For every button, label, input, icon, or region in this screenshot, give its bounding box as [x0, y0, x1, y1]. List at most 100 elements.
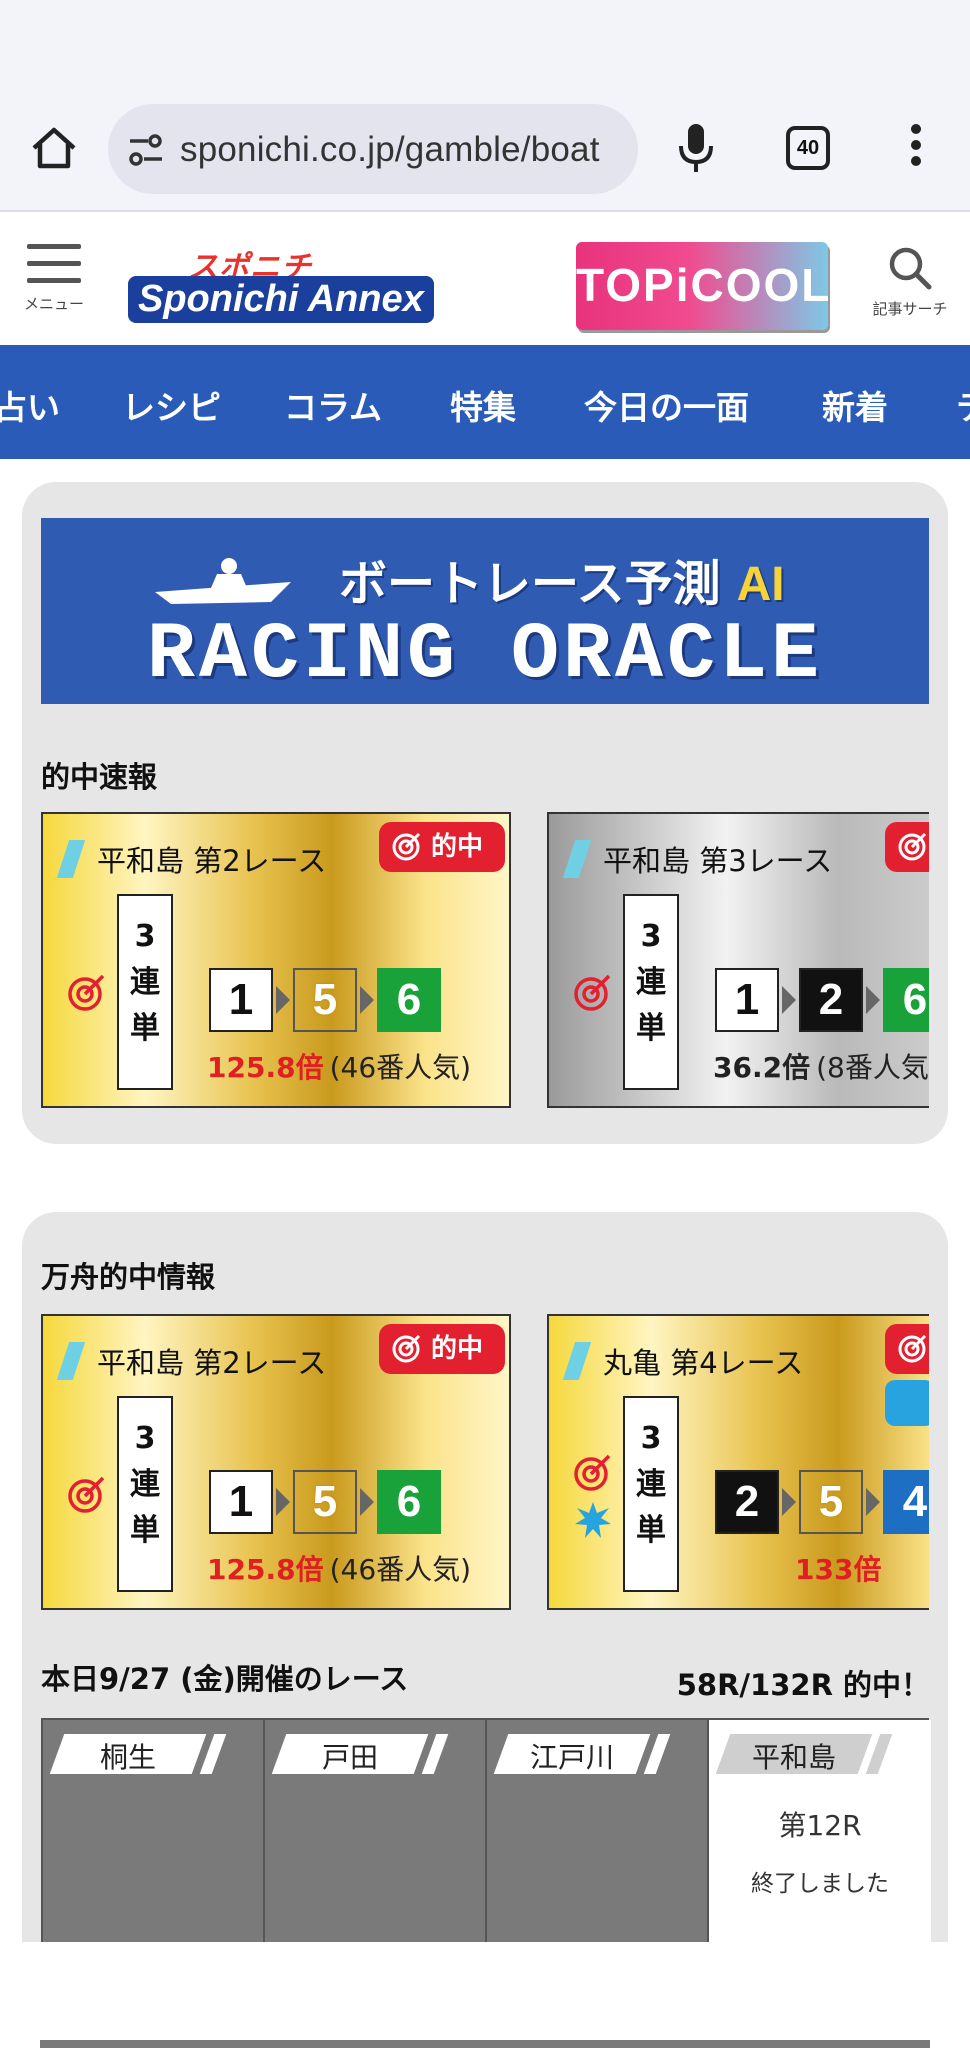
venue-name: 江戸川 — [529, 1741, 614, 1774]
status-bar-area — [0, 0, 970, 92]
manshu-card[interactable]: 平和島 第2レース 的中 3連単 156 125.8倍 (46番人気) — [41, 1314, 511, 1610]
manshu-badge — [885, 1380, 929, 1426]
target-icon — [68, 1476, 105, 1513]
nav-item-fortune[interactable]: 占い — [0, 381, 60, 429]
manshu-carousel[interactable]: 平和島 第2レース 的中 3連単 156 125.8倍 (46番人気) 丸亀 第4… — [41, 1314, 929, 1610]
site-header: メニュー スポニチ Sponichi Annex TOPiCOOL 記事サーチ — [0, 214, 970, 344]
hit-badge: 的中 — [885, 1324, 929, 1374]
boat-number: 6 — [377, 968, 441, 1032]
payout: 125.8倍 (46番人気) — [207, 1046, 471, 1086]
site-settings-icon[interactable] — [126, 132, 166, 168]
venue-cell[interactable]: 戸田 — [265, 1720, 487, 1942]
race-title: 平和島 第3レース — [603, 844, 833, 878]
boat-number: 4 — [883, 1470, 929, 1534]
target-icon — [392, 832, 421, 861]
hit-badge: 的中 — [379, 1324, 505, 1374]
boat-number: 2 — [715, 1470, 779, 1534]
race-title: 平和島 第2レース — [97, 1346, 327, 1380]
payout: 125.8倍 (46番人気) — [207, 1548, 471, 1588]
popularity: (8番人気) — [816, 1051, 929, 1084]
bet-type-label: 3連単 — [623, 894, 679, 1090]
target-icon — [68, 974, 105, 1011]
bet-type-label: 3連単 — [623, 1396, 679, 1592]
target-icon — [574, 974, 611, 1011]
race-title: 平和島 第2レース — [97, 844, 327, 878]
venue-cell[interactable]: 江戸川 — [487, 1720, 709, 1942]
popularity: (46番人気) — [329, 1051, 472, 1084]
race-title: 丸亀 第4レース — [603, 1346, 804, 1380]
hit-card[interactable]: 平和島 第2レース 的中 3連単 156 125.8倍 (46番人気) — [41, 812, 511, 1108]
boat-number: 6 — [377, 1470, 441, 1534]
banner-title: ボートレース予測 AI — [339, 556, 785, 612]
topicool-text: TOPiCOOL — [576, 259, 828, 311]
manshu-section-title: 万舟的中情報 — [41, 1260, 216, 1294]
payout: 133倍 — [795, 1548, 887, 1588]
venue-race: 第12R — [778, 1809, 862, 1842]
menu-label: メニュー — [23, 295, 84, 313]
odds: 36.2倍 — [713, 1051, 811, 1084]
url-text[interactable]: sponichi.co.jp/gamble/boat — [180, 130, 600, 170]
payout: 36.2倍 (8番人気) — [713, 1046, 929, 1086]
menu-button[interactable]: メニュー — [14, 244, 94, 324]
venue-name: 平和島 — [751, 1741, 836, 1774]
venue-status: 終了しました — [751, 1871, 889, 1897]
nav-item-column[interactable]: コラム — [284, 381, 382, 429]
odds: 125.8倍 — [207, 1051, 324, 1084]
nav-item-partial[interactable]: テ — [956, 381, 970, 429]
url-bar[interactable]: sponichi.co.jp/gamble/boat — [108, 104, 638, 194]
page-bottom — [0, 1942, 970, 2048]
boat-number: 6 — [883, 968, 929, 1032]
nav-item-feature[interactable]: 特集 — [450, 381, 516, 429]
target-icon — [574, 1454, 611, 1491]
sponichi-logo[interactable]: スポニチ Sponichi Annex — [128, 242, 482, 328]
logo-main-text: Sponichi Annex — [128, 276, 434, 323]
banner-subtitle: RACING ORACLE — [146, 610, 824, 701]
bet-type-label: 3連単 — [117, 1396, 173, 1592]
venue-name: 桐生 — [99, 1741, 156, 1774]
boat-number: 1 — [209, 968, 273, 1032]
topicool-banner[interactable]: TOPiCOOL — [576, 242, 828, 330]
venue-table: 桐生 戸田 江戸川 平和島 第12R 終了しました — [41, 1718, 931, 1942]
banner-ai: AI — [736, 558, 785, 611]
combination: 126 — [715, 968, 929, 1034]
manshu-panel: 万舟的中情報 平和島 第2レース 的中 3連単 156 125.8倍 (46番人気… — [22, 1212, 948, 1942]
home-icon[interactable] — [28, 122, 80, 174]
more-options-icon[interactable] — [906, 124, 926, 172]
bet-type-label: 3連単 — [117, 894, 173, 1090]
racing-oracle-panel: ボートレース予測 AI RACING ORACLE 的中速報 平和島 第2レース … — [22, 482, 948, 1144]
boat-number: 5 — [293, 1470, 357, 1534]
hits-carousel[interactable]: 平和島 第2レース 的中 3連単 156 125.8倍 (46番人気) 平和島 第… — [41, 812, 929, 1108]
burst-icon — [575, 1502, 611, 1538]
nav-item-todays-front[interactable]: 今日の一面 — [584, 381, 749, 429]
category-nav: 占い レシピ コラム 特集 今日の一面 新着 テ — [0, 345, 970, 459]
combination: 156 — [209, 1470, 441, 1536]
combination: 156 — [209, 968, 441, 1034]
search-label: 記事サーチ — [872, 300, 948, 318]
boat-number: 5 — [799, 1470, 863, 1534]
boat-number: 1 — [209, 1470, 273, 1534]
target-icon — [898, 1334, 927, 1363]
article-search-button[interactable]: 記事サーチ — [862, 244, 958, 324]
venue-cell-active[interactable]: 平和島 第12R 終了しました — [709, 1720, 931, 1942]
boat-icon — [155, 558, 291, 604]
mic-icon[interactable] — [676, 120, 716, 176]
target-icon — [392, 1334, 421, 1363]
target-icon — [898, 832, 927, 861]
manshu-card[interactable]: 丸亀 第4レース 的中 3連単 254 133倍 — [547, 1314, 929, 1610]
hits-section-title: 的中速報 — [41, 760, 158, 794]
boat-number: 5 — [293, 968, 357, 1032]
racing-oracle-banner[interactable]: ボートレース予測 AI RACING ORACLE — [41, 518, 929, 704]
today-races-title: 本日9/27 (金)開催のレース — [41, 1662, 409, 1696]
hamburger-icon — [27, 244, 81, 249]
tab-switcher-button[interactable]: 40 — [786, 126, 830, 170]
odds: 133倍 — [795, 1553, 882, 1586]
search-icon — [889, 247, 932, 290]
odds: 125.8倍 — [207, 1553, 324, 1586]
nav-item-new[interactable]: 新着 — [822, 381, 888, 429]
hit-card[interactable]: 平和島 第3レース 的中 3連単 126 36.2倍(8番人気) — [547, 812, 929, 1108]
hit-badge: 的中 — [885, 822, 929, 872]
boat-number: 1 — [715, 968, 779, 1032]
nav-item-recipe[interactable]: レシピ — [122, 381, 221, 429]
hit-summary: 58R/132R 的中！ — [676, 1668, 930, 1702]
venue-cell[interactable]: 桐生 — [43, 1720, 265, 1942]
